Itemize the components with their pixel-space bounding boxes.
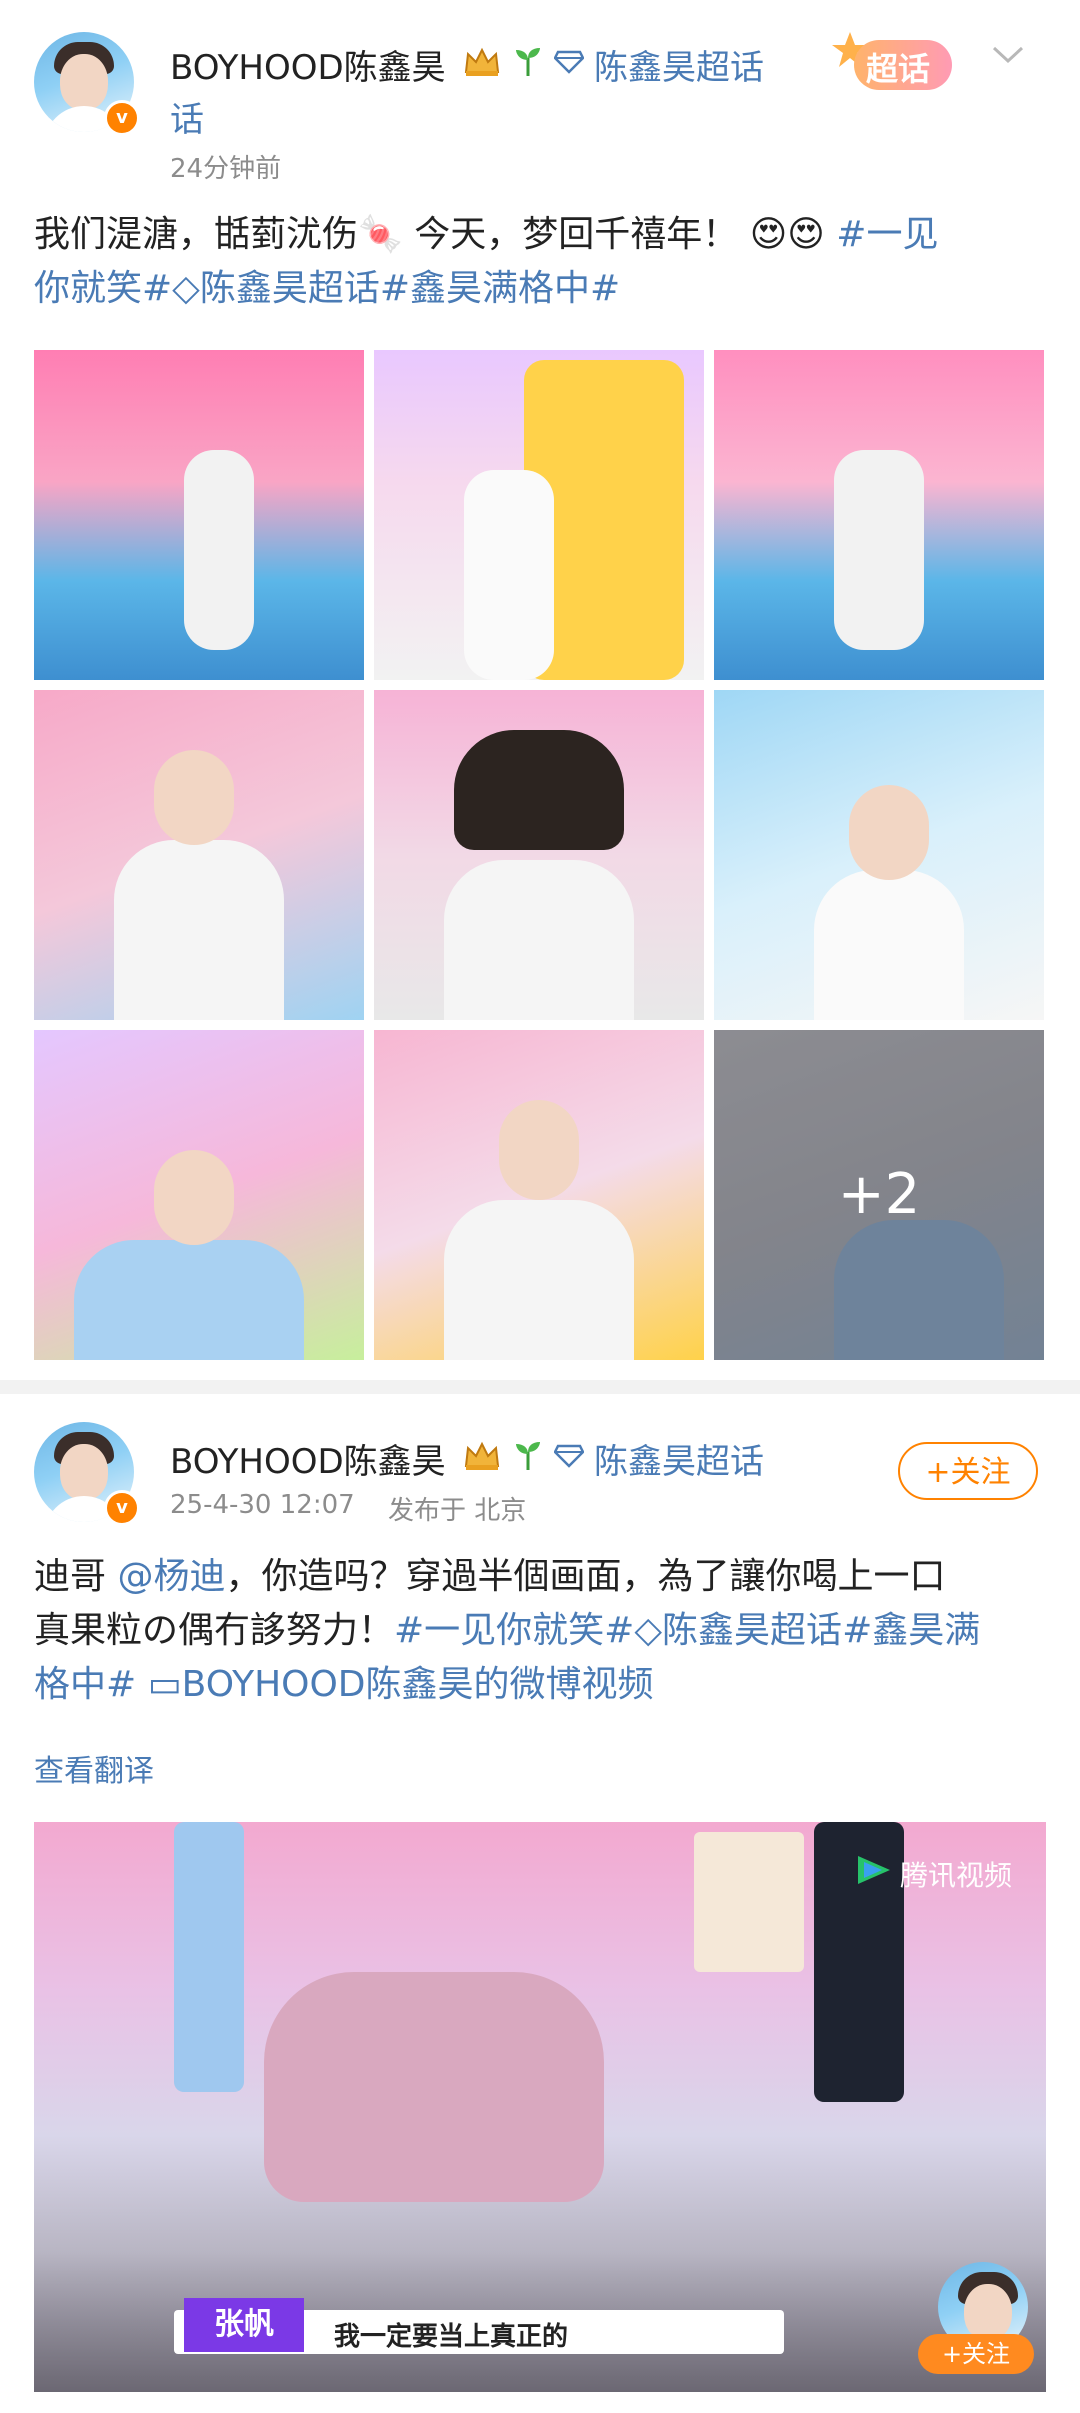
post2-hashtag-2[interactable]: 陈鑫昊超话	[662, 1610, 842, 1651]
post1-text-a: 我们湜溏，甛菿沋伤	[34, 214, 359, 255]
chevron-down-icon[interactable]	[990, 42, 1026, 66]
post2-hashtag-1[interactable]: #一见你就笑#	[394, 1610, 634, 1651]
post1-image-6[interactable]	[714, 690, 1044, 1020]
post1-text-b: 今天，梦回千禧年！	[414, 214, 739, 255]
post1-image-2[interactable]	[374, 350, 704, 680]
post2-crown-icon	[464, 1441, 500, 1470]
post1-image-1[interactable]	[34, 350, 364, 680]
post1-text: 我们湜溏，甛菿沋伤🍬 今天，梦回千禧年！ 😍😍 #一见 你就笑#◇陈鑫昊超话#鑫…	[34, 208, 1044, 316]
post1-topic-link[interactable]: 陈鑫昊超话	[594, 40, 764, 89]
post2-text-a: 迪哥	[34, 1556, 107, 1597]
translate-link[interactable]: 查看翻译	[34, 1746, 154, 1790]
tencent-video-logo: 腾讯视频	[900, 1859, 1013, 1892]
post2-topic-link[interactable]: 陈鑫昊超话	[594, 1434, 764, 1483]
post2-sprout-icon	[516, 1442, 540, 1470]
post1-hashtag-topic-icon: ◇	[172, 268, 200, 309]
post2-text-b: ，你造吗？穿過半個画面，為了讓你喝上一口	[225, 1556, 946, 1597]
excited-emoji-icon: 😍😍	[749, 214, 825, 255]
sprout-icon	[516, 48, 540, 76]
post1-hashtag-3[interactable]: #鑫昊满格中#	[380, 268, 620, 309]
super-topic-label: 超话	[866, 50, 931, 88]
post2-text: 迪哥 @杨迪，你造吗？穿過半個画面，為了讓你喝上一口 真果粒の偶冇誃努力！#一见…	[34, 1550, 1054, 1712]
post2-verified-badge-icon: v	[104, 1490, 140, 1526]
crown-icon	[464, 47, 500, 76]
caption-text: 我一定要当上真正的	[334, 2322, 569, 2352]
super-topic-badge[interactable]: 超话	[830, 30, 970, 92]
video-link[interactable]: BOYHOOD陈鑫昊的微博视频	[182, 1664, 654, 1705]
post1-image-5[interactable]	[374, 690, 704, 1020]
follow-button[interactable]: +关注	[898, 1442, 1038, 1500]
post1-hashtag-2[interactable]: 陈鑫昊超话	[200, 268, 380, 309]
candy-emoji-icon: 🍬	[358, 214, 403, 255]
post1-image-7[interactable]	[34, 1030, 364, 1360]
caption-name: 张帆	[184, 2298, 304, 2352]
video-link-icon: ▭	[147, 1664, 182, 1705]
mention-link[interactable]: @杨迪	[117, 1556, 225, 1597]
post2-hashtag-3-cont[interactable]: 格中#	[34, 1664, 136, 1705]
verified-badge-icon: v	[104, 100, 140, 136]
tencent-video-logo-icon	[858, 1856, 890, 1884]
video-player[interactable]: 腾讯视频 张帆 我一定要当上真正的 +关注	[34, 1822, 1046, 2392]
more-images-count[interactable]: +2	[714, 1030, 1044, 1360]
post2-text-c: 真果粒の偶冇誃努力！	[34, 1610, 395, 1651]
post1-image-4[interactable]	[34, 690, 364, 1020]
post2-topic-diamond-icon	[554, 1444, 584, 1468]
post1-image-8[interactable]	[374, 1030, 704, 1360]
post2-hashtag-3[interactable]: #鑫昊满	[842, 1610, 980, 1651]
post2-location: 发布于 北京	[388, 1496, 527, 1526]
post2-date: 25-4-30 12:07	[170, 1490, 355, 1520]
video-corner-follow-button[interactable]: +关注	[918, 2334, 1034, 2374]
topic-diamond-icon	[554, 50, 584, 74]
post2-hashtag-topic-icon: ◇	[634, 1610, 663, 1651]
post2-username[interactable]: BOYHOOD陈鑫昊	[170, 1434, 446, 1483]
post1-time: 24分钟前	[170, 154, 282, 184]
post1-topic-link-cont[interactable]: 话	[170, 92, 204, 141]
post1-image-3[interactable]	[714, 350, 1044, 680]
post-divider	[0, 1380, 1080, 1394]
post1-hashtag-1b[interactable]: 你就笑#	[34, 268, 172, 309]
post1-hashtag-1[interactable]: #一见	[836, 214, 938, 255]
post1-image-9[interactable]: +2	[714, 1030, 1044, 1360]
post1-username[interactable]: BOYHOOD陈鑫昊	[170, 40, 446, 89]
